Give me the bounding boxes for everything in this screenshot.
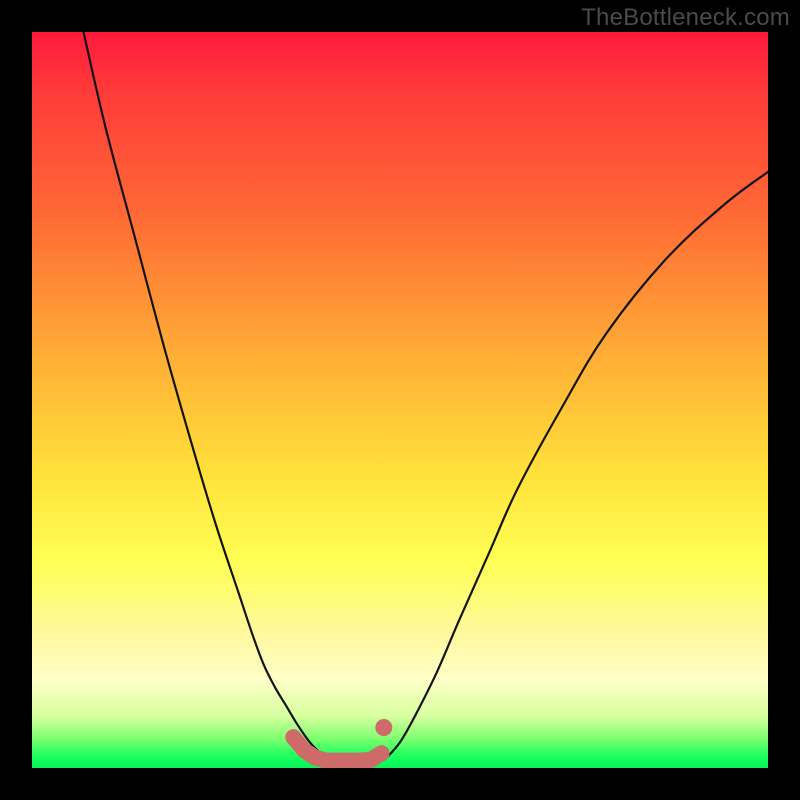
chart-frame (32, 32, 768, 768)
plot-area (32, 32, 768, 768)
trough-end-dot (375, 719, 392, 736)
watermark-text: TheBottleneck.com (581, 4, 790, 32)
chart-svg (32, 32, 768, 768)
left-curve (84, 32, 327, 759)
right-curve (385, 172, 768, 759)
trough-marker-stroke (293, 737, 381, 761)
